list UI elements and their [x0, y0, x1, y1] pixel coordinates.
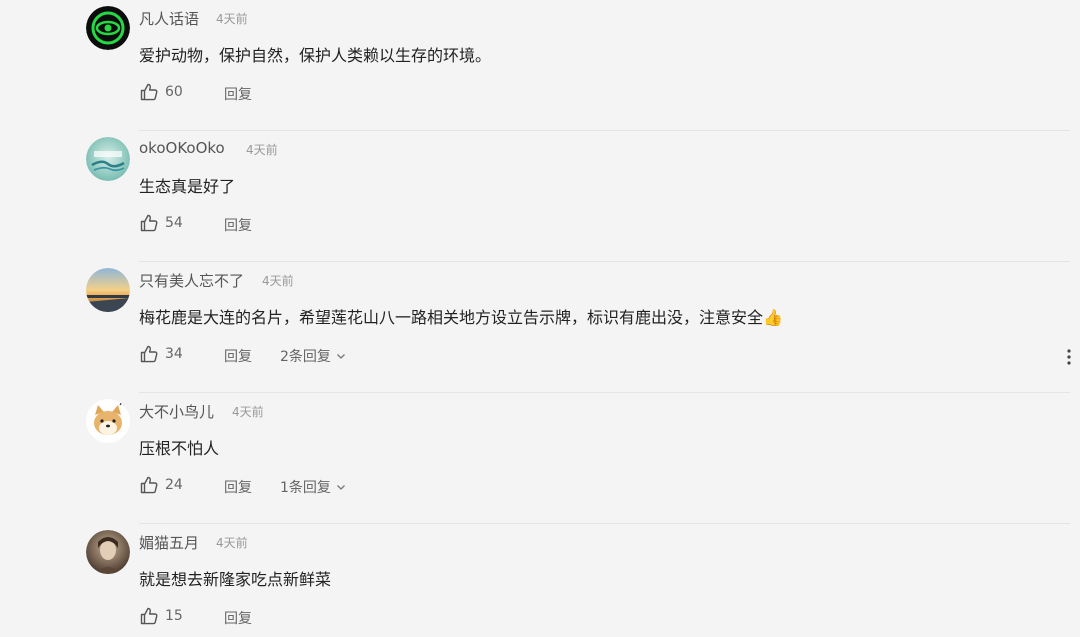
- comment-item: okoOKoOko 4天前 生态真是好了 54 回复: [0, 131, 1080, 262]
- reply-count-toggle[interactable]: 2条回复: [280, 346, 346, 366]
- comment-text: 就是想去新隆家吃点新鲜菜: [139, 570, 332, 589]
- green-eye-icon: [86, 6, 130, 50]
- chevron-down-icon: [336, 485, 345, 490]
- thumbs-up-icon: [140, 83, 158, 101]
- comment-time: 4天前: [216, 536, 248, 550]
- like-button[interactable]: 54: [139, 213, 183, 233]
- avatar[interactable]: [86, 268, 130, 312]
- reply-count: 1条回复: [280, 480, 331, 496]
- comment-author[interactable]: 大不小鸟儿: [139, 401, 214, 422]
- shiba-dog-avatar: [86, 399, 130, 443]
- comment-author[interactable]: okoOKoOko: [139, 139, 225, 157]
- reply-button[interactable]: 回复: [224, 608, 252, 628]
- like-count: 60: [165, 84, 183, 100]
- avatar[interactable]: [86, 6, 130, 50]
- reply-button[interactable]: 回复: [224, 215, 252, 235]
- like-button[interactable]: 24: [139, 475, 183, 495]
- comment-author[interactable]: 凡人话语: [139, 8, 199, 29]
- like-count: 15: [165, 608, 183, 624]
- like-count: 54: [165, 215, 183, 231]
- thumbs-up-icon: [140, 476, 158, 494]
- comment-time: 4天前: [246, 143, 278, 157]
- comment-list: 凡人话语 4天前 爱护动物，保护自然，保护人类赖以生存的环境。 60 回复 ok…: [0, 0, 1080, 637]
- reply-count-toggle[interactable]: 1条回复: [280, 477, 346, 497]
- like-button[interactable]: 15: [139, 606, 183, 626]
- portrait-photo-avatar: [86, 530, 130, 574]
- comment-text: 梅花鹿是大连的名片，希望莲花山八一路相关地方设立告示牌，标识有鹿出没，注意安全👍: [139, 308, 783, 327]
- comment-time: 4天前: [216, 12, 248, 26]
- like-button[interactable]: 60: [139, 82, 183, 102]
- thumbs-up-icon: [140, 345, 158, 363]
- reply-button[interactable]: 回复: [224, 84, 252, 104]
- avatar[interactable]: [86, 137, 130, 181]
- like-button[interactable]: 34: [139, 344, 183, 364]
- comment-author[interactable]: 媚猫五月: [139, 532, 199, 553]
- reply-button[interactable]: 回复: [224, 477, 252, 497]
- avatar[interactable]: [86, 399, 130, 443]
- comment-item: 凡人话语 4天前 爱护动物，保护自然，保护人类赖以生存的环境。 60 回复: [0, 0, 1080, 131]
- avatar[interactable]: [86, 530, 130, 574]
- comment-text: 生态真是好了: [139, 177, 236, 196]
- comment-time: 4天前: [262, 274, 294, 288]
- comment-text: 爱护动物，保护自然，保护人类赖以生存的环境。: [139, 46, 492, 65]
- comment-item: 只有美人忘不了 4天前 梅花鹿是大连的名片，希望莲花山八一路相关地方设立告示牌，…: [0, 262, 1080, 393]
- reply-count: 2条回复: [280, 349, 331, 365]
- thumbs-up-icon: [140, 607, 158, 625]
- future-badge-avatar: [86, 137, 130, 181]
- thumbs-up-icon: [140, 214, 158, 232]
- comment-text: 压根不怕人: [139, 439, 220, 458]
- like-count: 24: [165, 477, 183, 493]
- comment-time: 4天前: [232, 405, 264, 419]
- comment-author[interactable]: 只有美人忘不了: [139, 270, 244, 291]
- comment-item: 媚猫五月 4天前 就是想去新隆家吃点新鲜菜 15 回复: [0, 524, 1080, 637]
- reply-button[interactable]: 回复: [224, 346, 252, 366]
- chevron-down-icon: [336, 354, 345, 359]
- sunset-landscape-avatar: [86, 268, 130, 312]
- more-options-icon[interactable]: [1062, 348, 1076, 366]
- comment-item: 大不小鸟儿 4天前 压根不怕人 24 回复 1条回复: [0, 393, 1080, 524]
- like-count: 34: [165, 346, 183, 362]
